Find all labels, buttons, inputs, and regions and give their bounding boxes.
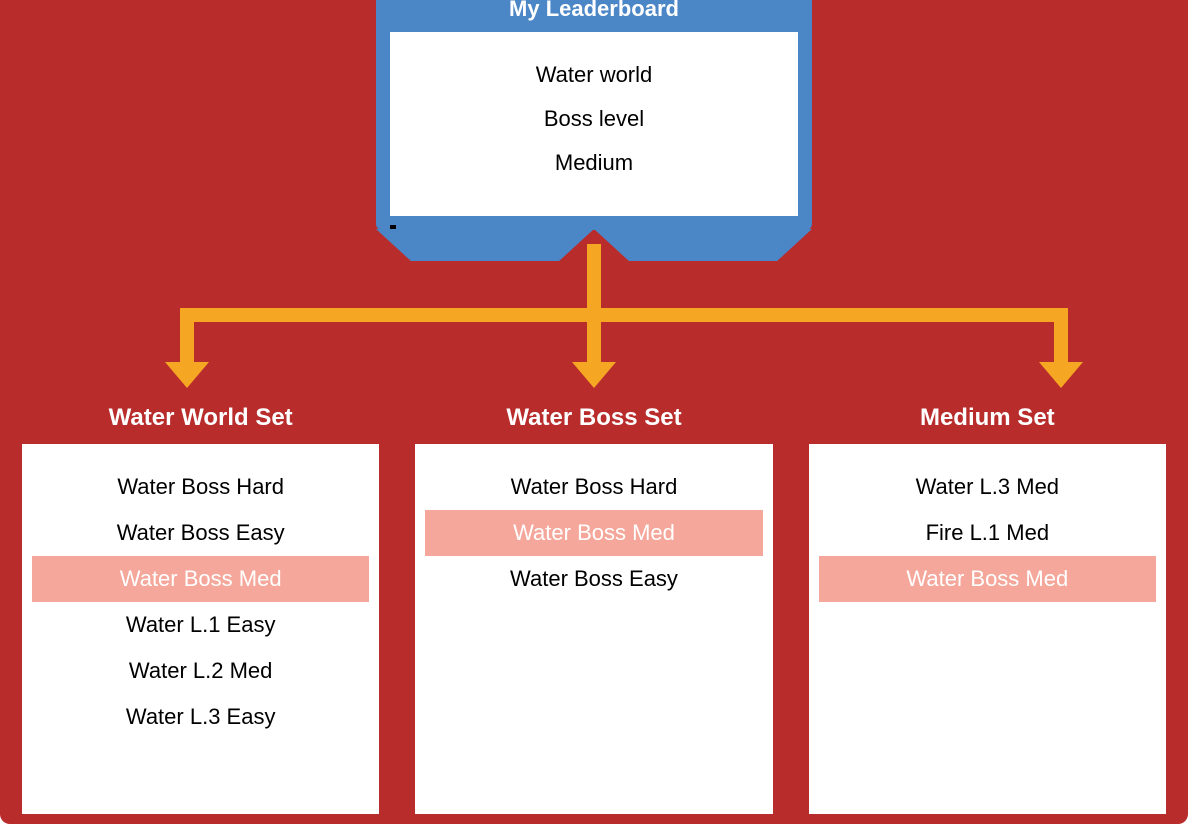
- list-item: Water Boss Easy: [32, 510, 369, 556]
- set-medium: Medium Set Water L.3 Med Fire L.1 Med Wa…: [809, 404, 1166, 814]
- sets-row: Water World Set Water Boss Hard Water Bo…: [22, 404, 1166, 814]
- leaderboard-line: Water world: [400, 62, 788, 88]
- list-item: Water L.3 Med: [819, 464, 1156, 510]
- leaderboard-body: Water world Boss level Medium: [390, 32, 798, 216]
- set-water-boss: Water Boss Set Water Boss Hard Water Bos…: [415, 404, 772, 814]
- leaderboard-box: My Leaderboard Water world Boss level Me…: [376, 0, 812, 261]
- list-item-highlighted: Water Boss Med: [819, 556, 1156, 602]
- set-body: Water L.3 Med Fire L.1 Med Water Boss Me…: [809, 444, 1166, 814]
- list-item: Water L.2 Med: [32, 648, 369, 694]
- set-body: Water Boss Hard Water Boss Easy Water Bo…: [22, 444, 379, 814]
- leaderboard-frame: My Leaderboard Water world Boss level Me…: [376, 0, 812, 230]
- list-item: Water L.1 Easy: [32, 602, 369, 648]
- set-title: Water Boss Set: [415, 404, 772, 432]
- set-title: Medium Set: [809, 404, 1166, 432]
- list-item-highlighted: Water Boss Med: [425, 510, 762, 556]
- list-item: Water Boss Hard: [32, 464, 369, 510]
- leaderboard-bottom-chevrons: [376, 229, 812, 261]
- list-item: Water L.3 Easy: [32, 694, 369, 740]
- list-item: Fire L.1 Med: [819, 510, 1156, 556]
- list-item: Water Boss Easy: [425, 556, 762, 602]
- leaderboard-line: Boss level: [400, 106, 788, 132]
- set-water-world: Water World Set Water Boss Hard Water Bo…: [22, 404, 379, 814]
- set-title: Water World Set: [22, 404, 379, 432]
- set-body: Water Boss Hard Water Boss Med Water Bos…: [415, 444, 772, 814]
- list-item-highlighted: Water Boss Med: [32, 556, 369, 602]
- diagram-stage: My Leaderboard Water world Boss level Me…: [0, 0, 1188, 828]
- leaderboard-title: My Leaderboard: [390, 0, 798, 32]
- leaderboard-line: Medium: [400, 150, 788, 176]
- list-item: Water Boss Hard: [425, 464, 762, 510]
